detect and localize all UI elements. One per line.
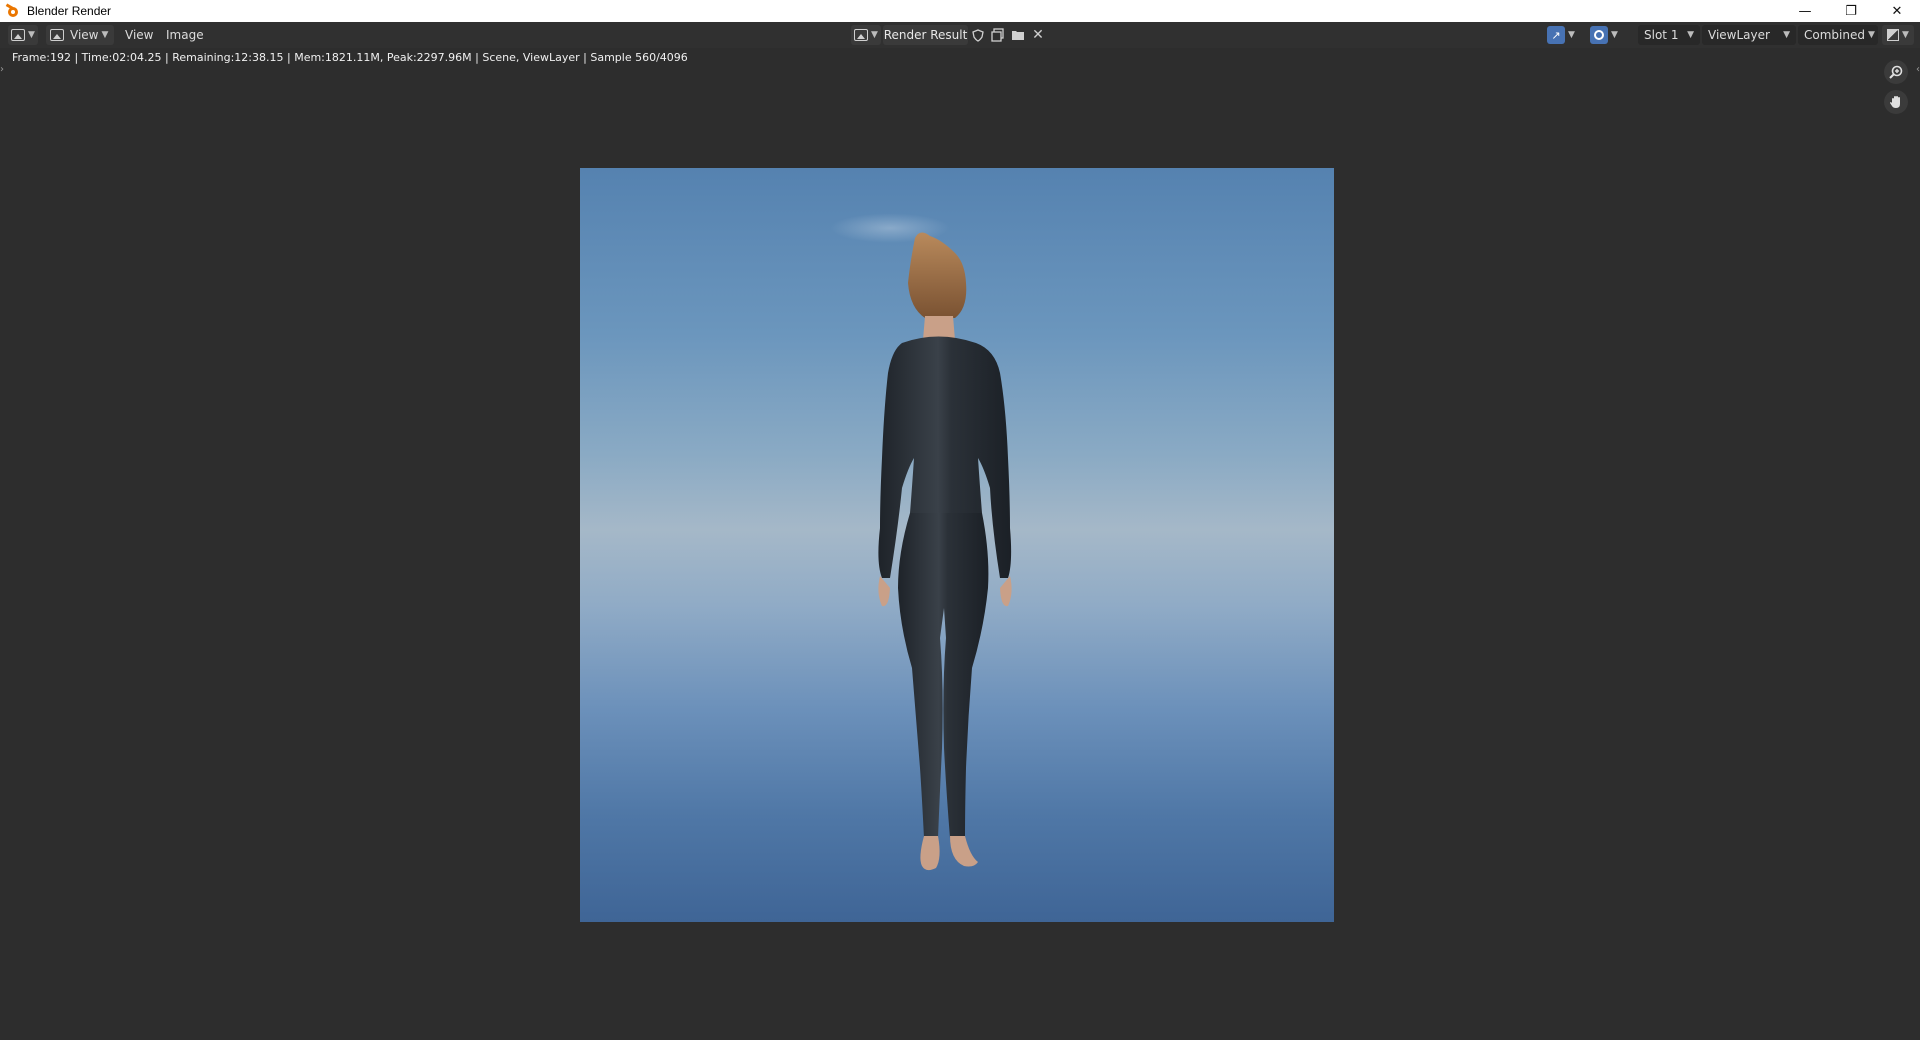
toolbar-expand-arrow-icon[interactable]: › <box>0 64 4 75</box>
browse-image-button[interactable]: ▼ <box>851 25 881 45</box>
blender-logo-icon <box>5 3 20 18</box>
render-pass-dropdown[interactable]: Combined ▼ <box>1798 25 1878 45</box>
chevron-down-icon: ▼ <box>1687 30 1694 40</box>
editor-type-button[interactable]: ▼ <box>8 25 38 45</box>
menu-image[interactable]: Image <box>161 25 209 45</box>
chevron-down-icon: ▼ <box>1568 30 1575 40</box>
chevron-down-icon: ▼ <box>1902 30 1909 40</box>
title-bar: Blender Render — ❐ ✕ <box>0 0 1920 22</box>
render-status-text: Frame:192 | Time:02:04.25 | Remaining:12… <box>12 51 688 64</box>
close-window-button[interactable]: ✕ <box>1874 0 1920 22</box>
chevron-down-icon: ▼ <box>1783 30 1790 40</box>
minimize-button[interactable]: — <box>1782 0 1828 22</box>
rendered-figure <box>878 232 1012 871</box>
menu-view[interactable]: View <box>120 25 158 45</box>
shield-icon[interactable] <box>970 27 986 43</box>
mode-dropdown[interactable]: View ▼ <box>46 25 114 45</box>
chevron-down-icon: ▼ <box>1611 30 1618 40</box>
chevron-down-icon: ▼ <box>101 30 109 40</box>
hand-pan-icon[interactable] <box>1884 90 1908 114</box>
render-result-image <box>580 168 1334 922</box>
chevron-down-icon: ▼ <box>28 30 35 40</box>
overlay-toggle[interactable]: ▼ <box>1590 25 1624 45</box>
close-icon[interactable]: ✕ <box>1030 27 1046 43</box>
image-editor-header: ▼ View ▼ View Image ▼ Render Result ✕ ↗ … <box>0 22 1920 48</box>
image-name-field[interactable]: Render Result <box>883 25 968 45</box>
window-controls: — ❐ ✕ <box>1782 0 1920 22</box>
view-layer-dropdown[interactable]: ViewLayer ▼ <box>1702 25 1796 45</box>
chevron-down-icon: ▼ <box>871 30 878 40</box>
chevron-down-icon: ▼ <box>1867 30 1875 40</box>
render-pass-label: Combined <box>1804 28 1865 42</box>
image-icon <box>50 29 64 41</box>
display-channels-button[interactable]: ▼ <box>1882 25 1914 45</box>
mode-label: View <box>70 28 99 42</box>
gizmo-icon: ↗ <box>1547 26 1565 44</box>
gizmo-toggle[interactable]: ↗ ▼ <box>1547 25 1581 45</box>
image-editor-icon <box>11 29 26 41</box>
display-channels-icon <box>1887 29 1900 41</box>
maximize-button[interactable]: ❐ <box>1828 0 1874 22</box>
image-icon <box>854 29 869 41</box>
window-title: Blender Render <box>27 4 112 18</box>
new-image-icon[interactable] <box>990 27 1006 43</box>
slot-label: Slot 1 <box>1644 28 1679 42</box>
open-folder-icon[interactable] <box>1010 27 1026 43</box>
zoom-icon[interactable] <box>1884 60 1908 84</box>
overlay-icon <box>1590 26 1608 44</box>
slot-dropdown[interactable]: Slot 1 ▼ <box>1638 25 1700 45</box>
view-layer-label: ViewLayer <box>1708 28 1770 42</box>
sidebar-expand-arrow-icon[interactable]: ‹ <box>1916 64 1920 75</box>
